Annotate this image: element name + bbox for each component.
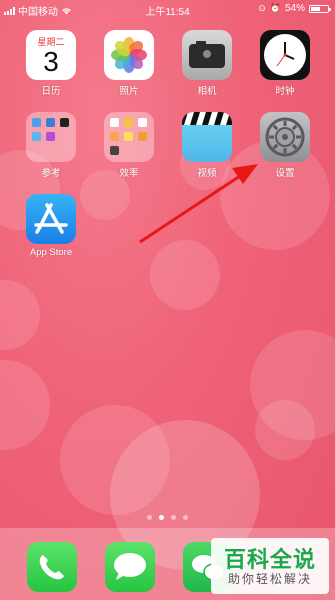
page-dot	[171, 515, 176, 520]
phone-icon[interactable]	[27, 542, 77, 592]
page-indicator[interactable]	[0, 515, 335, 520]
page-dot-active	[159, 515, 164, 520]
page-dot	[183, 515, 188, 520]
annotation-arrow	[139, 164, 258, 244]
page-dot	[147, 515, 152, 520]
messages-icon[interactable]	[105, 542, 155, 592]
watermark: 百科全说 助你轻松解决	[211, 538, 329, 594]
watermark-subtitle: 助你轻松解决	[227, 572, 312, 586]
